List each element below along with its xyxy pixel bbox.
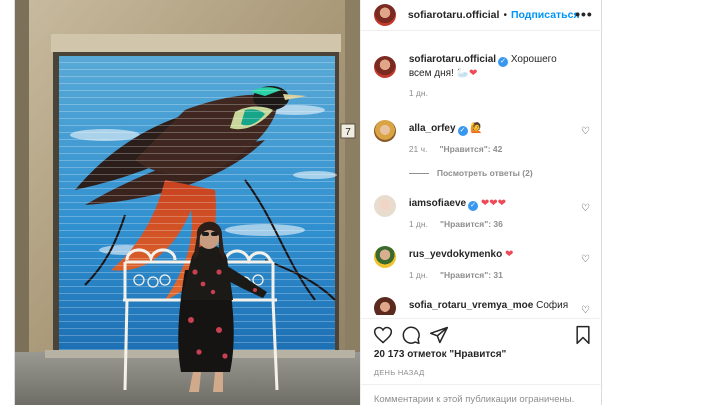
comment-text: София (536, 300, 569, 311)
comment-text-block: alla_orfey ✓ 🙋 (409, 122, 569, 136)
separator-dot: • (503, 9, 507, 21)
comment-text: 🙋 (470, 123, 483, 134)
comment-avatar[interactable] (373, 195, 396, 217)
post-photo: 7 (15, 0, 360, 405)
replies-line (408, 172, 429, 174)
view-replies-button[interactable]: Посмотреть ответы (2) (408, 168, 533, 178)
more-options-icon[interactable]: ••• (575, 6, 593, 22)
comment-icon[interactable] (401, 325, 421, 345)
comment-item: iamsofiaeve ✓ ❤❤❤ 1 дн. "Нравится": 36 ♡ (373, 195, 594, 235)
post-dialog: 7 sofiarotaru.official • Подписаться •••… (14, 0, 603, 405)
comment-username[interactable]: rus_yevdokymenko (409, 249, 502, 260)
author-username[interactable]: sofiarotaru.official (408, 9, 500, 21)
comment-text-block: rus_yevdokymenko ❤ (409, 248, 569, 262)
heart-outline-icon[interactable] (373, 325, 393, 345)
comment-text-block: sofia_rotaru_vremya_moe София (409, 299, 589, 313)
caption-time[interactable]: 1 дн. (409, 88, 428, 98)
comment-meta: 21 ч. "Нравится": 42 (409, 144, 503, 154)
comment-item: rus_yevdokymenko ❤ 1 дн. "Нравится": 31 ♡ (373, 246, 594, 286)
photo-artwork: 7 (15, 0, 360, 405)
caption-avatar[interactable] (373, 56, 396, 78)
comment-avatar[interactable] (373, 246, 396, 268)
verified-badge-icon: ✓ (498, 57, 509, 67)
comments-list[interactable]: sofiarotaru.official ✓ Хорошего всем дня!… (361, 31, 603, 315)
post-side-panel: sofiarotaru.official • Подписаться ••• s… (359, 0, 603, 405)
comment-avatar[interactable] (373, 120, 396, 142)
comment-likes[interactable]: "Нравится": 36 (440, 219, 503, 229)
house-number: 7 (345, 127, 351, 138)
comments-closed-notice: Комментарии к этой публикации ограничены… (360, 384, 603, 405)
view-replies-label[interactable]: Посмотреть ответы (2) (437, 168, 533, 178)
posted-time[interactable]: ДЕНЬ НАЗАД (374, 368, 425, 377)
comment-meta: 1 дн. "Нравится": 31 (409, 270, 503, 280)
comment-username[interactable]: alla_orfey (409, 123, 456, 134)
small-heart-icon[interactable]: ♡ (581, 203, 590, 214)
post-actions-bar (360, 318, 603, 348)
share-icon[interactable] (429, 325, 449, 345)
verified-badge-icon: ✓ (457, 126, 468, 136)
post-header: sofiarotaru.official • Подписаться ••• (361, 0, 603, 30)
comment-meta: 1 дн. "Нравится": 36 (409, 219, 503, 229)
comment-time[interactable]: 21 ч. (409, 144, 428, 154)
comment-item: alla_orfey ✓ 🙋 21 ч. "Нравится": 42 ♡ Посм… (373, 120, 594, 185)
small-heart-icon[interactable]: ♡ (581, 254, 590, 265)
caption-emoji: 🦢❤ (456, 68, 478, 79)
comment-likes[interactable]: "Нравится": 42 (439, 144, 502, 154)
caption-text-block: sofiarotaru.official ✓ Хорошего всем дня!… (409, 53, 579, 81)
small-heart-icon[interactable]: ♡ (581, 126, 590, 137)
caption-username[interactable]: sofiarotaru.official (409, 54, 496, 65)
comment-text: ❤ (505, 249, 514, 260)
author-avatar[interactable] (373, 4, 396, 26)
comment-likes[interactable]: "Нравится": 31 (440, 270, 503, 280)
comment-text: ❤❤❤ (480, 198, 507, 209)
small-heart-icon[interactable]: ♡ (581, 305, 590, 315)
comment-time[interactable]: 1 дн. (409, 270, 428, 280)
bookmark-icon[interactable] (573, 325, 593, 345)
follow-button[interactable]: Подписаться (511, 9, 580, 21)
likes-count[interactable]: 20 173 отметок "Нравится" (374, 349, 506, 360)
comment-item: sofia_rotaru_vremya_moe София ♡ (373, 297, 594, 315)
comment-username[interactable]: sofia_rotaru_vremya_moe (409, 300, 534, 311)
comment-username[interactable]: iamsofiaeve (409, 198, 466, 209)
verified-badge-icon: ✓ (468, 201, 479, 211)
comment-time[interactable]: 1 дн. (409, 219, 428, 229)
comment-avatar[interactable] (373, 297, 396, 315)
caption-item: sofiarotaru.official ✓ Хорошего всем дня!… (373, 53, 594, 106)
comment-text-block: iamsofiaeve ✓ ❤❤❤ (409, 197, 569, 211)
